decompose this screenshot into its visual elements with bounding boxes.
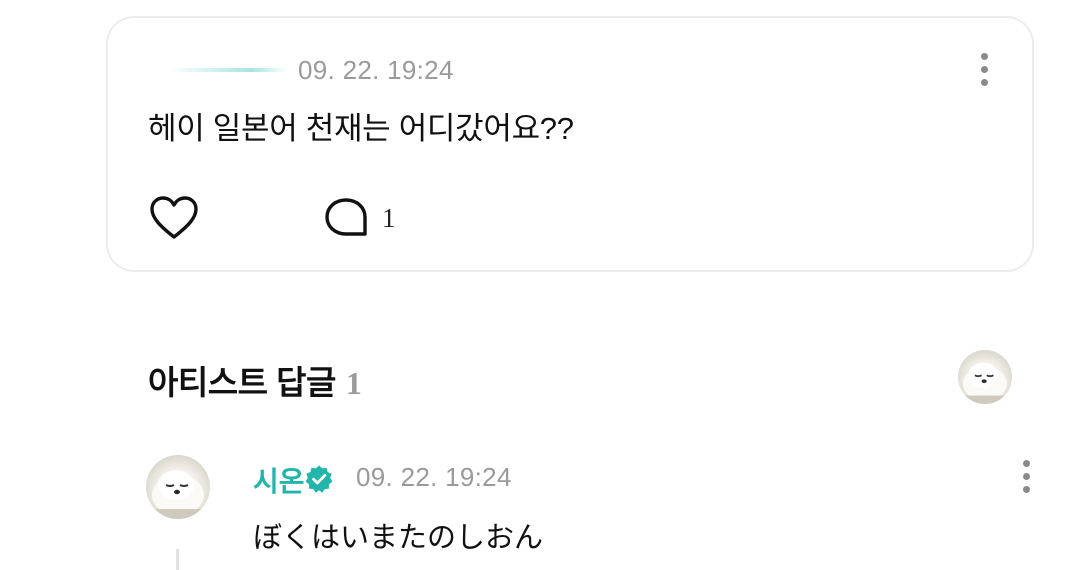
dog-avatar-image	[958, 362, 1012, 404]
reply-more-button[interactable]	[1020, 460, 1032, 493]
reply-text: ぼくはいまたのしおん	[253, 522, 544, 554]
speech-bubble-icon	[325, 198, 367, 236]
comment-count: 1	[382, 203, 396, 233]
reply-date: 09. 22. 19:24	[356, 462, 512, 492]
more-vertical-icon	[1022, 460, 1030, 467]
reply-author-avatar[interactable]	[146, 455, 210, 519]
post-text: 헤이 일본어 천재는 어디갔어요??	[148, 111, 574, 146]
reply-author-name[interactable]: 시온	[253, 460, 305, 500]
post-more-button[interactable]	[978, 53, 990, 86]
post-meta: 09. 22. 19:24	[168, 54, 454, 86]
artist-replies-title: 아티스트 답글	[148, 364, 336, 401]
comment-button[interactable]	[322, 196, 370, 240]
heart-outline-icon	[150, 196, 198, 239]
artist-replies-count: 1	[345, 365, 362, 401]
post-author-name-faded	[168, 68, 288, 72]
like-button[interactable]	[148, 194, 200, 242]
artist-replies-heading: 아티스트 답글 1	[148, 356, 362, 404]
verified-badge-icon	[304, 464, 334, 494]
dog-avatar-image	[146, 470, 210, 519]
post-date: 09. 22. 19:24	[298, 54, 454, 85]
more-vertical-icon	[980, 53, 988, 60]
thread-line	[176, 549, 179, 570]
artist-avatar-button[interactable]	[958, 350, 1012, 404]
